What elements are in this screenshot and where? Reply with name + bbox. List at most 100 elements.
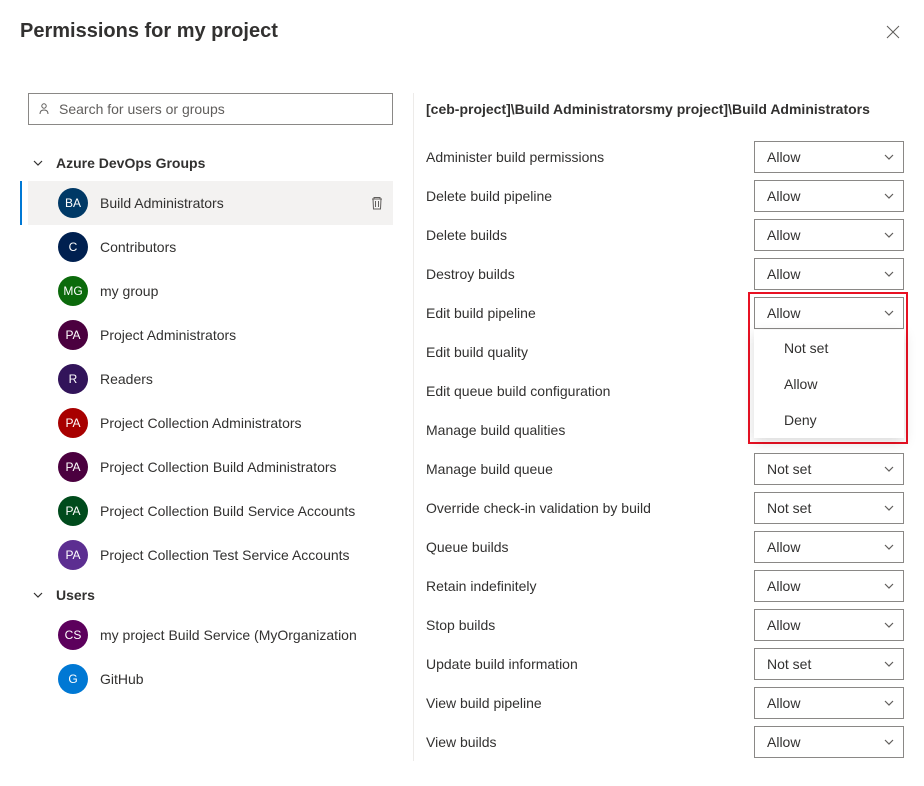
dropdown-value: Allow (767, 188, 800, 204)
chevron-down-icon (883, 541, 895, 553)
avatar: CS (58, 620, 88, 650)
permission-row: Update build informationNot set (426, 644, 904, 683)
permission-label: View builds (426, 734, 754, 750)
permission-dropdown[interactable]: Allow (754, 570, 904, 602)
group-item[interactable]: BA Build Administrators (28, 181, 393, 225)
permission-label: Manage build queue (426, 461, 754, 477)
group-item-label: Contributors (100, 239, 393, 255)
permission-label: Administer build permissions (426, 149, 754, 165)
group-item[interactable]: R Readers (28, 357, 393, 401)
dropdown-value: Allow (767, 734, 800, 750)
permission-row: View builds Allow (426, 722, 904, 761)
permission-row: Retain indefinitely Allow (426, 566, 904, 605)
group-item[interactable]: PA Project Collection Test Service Accoun… (28, 533, 393, 577)
group-item-label: Project Collection Test Service Accounts (100, 547, 393, 563)
permission-row: Delete build pipeline Allow (426, 176, 904, 215)
group-item[interactable]: C Contributors (28, 225, 393, 269)
avatar: BA (58, 188, 88, 218)
permission-row: Administer build permissionsAllow (426, 137, 904, 176)
chevron-down-icon (883, 229, 895, 241)
permission-label: Retain indefinitely (426, 578, 754, 594)
chevron-down-icon (883, 190, 895, 202)
permission-label: Delete build pipeline (426, 188, 754, 204)
avatar: PA (58, 320, 88, 350)
dropdown-value: Allow (767, 305, 800, 321)
trash-icon[interactable] (369, 195, 385, 211)
groups-section-label: Azure DevOps Groups (56, 155, 205, 171)
dropdown-value: Not set (767, 500, 811, 516)
user-item-label: GitHub (100, 671, 393, 687)
permission-label: View build pipeline (426, 695, 754, 711)
user-item[interactable]: G GitHub (28, 657, 393, 701)
close-icon (886, 25, 900, 39)
chevron-down-icon (883, 580, 895, 592)
dropdown-value: Allow (767, 617, 800, 633)
group-item-label: Readers (100, 371, 393, 387)
permission-dropdown[interactable]: Not set (754, 453, 904, 485)
users-section-header[interactable]: Users (28, 577, 393, 613)
permission-dropdown[interactable]: Allow (754, 258, 904, 290)
permission-dropdown[interactable]: Not set (754, 492, 904, 524)
dropdown-option[interactable]: Deny (754, 402, 904, 438)
dropdown-menu: Not setAllowDeny (754, 330, 904, 438)
group-item[interactable]: PA Project Collection Administrators (28, 401, 393, 445)
chevron-down-icon (883, 736, 895, 748)
group-item-label: Project Collection Build Service Account… (100, 503, 393, 519)
avatar: PA (58, 496, 88, 526)
search-input-wrapper[interactable] (28, 93, 393, 125)
dropdown-option[interactable]: Allow (754, 366, 904, 402)
group-item[interactable]: PA Project Administrators (28, 313, 393, 357)
chevron-down-icon (883, 268, 895, 280)
dropdown-value: Not set (767, 461, 811, 477)
permission-label: Queue builds (426, 539, 754, 555)
dropdown-value: Not set (767, 656, 811, 672)
group-item[interactable]: PA Project Collection Build Service Accou… (28, 489, 393, 533)
permission-dropdown[interactable]: AllowNot setAllowDeny (754, 297, 904, 329)
group-item-label: Build Administrators (100, 195, 369, 211)
avatar: PA (58, 408, 88, 438)
avatar: G (58, 664, 88, 694)
close-button[interactable] (882, 21, 904, 43)
chevron-down-icon (883, 619, 895, 631)
permission-label: Delete builds (426, 227, 754, 243)
permission-dropdown[interactable]: Allow (754, 141, 904, 173)
permission-row: Edit build pipelineAllowNot setAllowDeny (426, 293, 904, 332)
avatar: PA (58, 540, 88, 570)
group-item-label: Project Collection Administrators (100, 415, 393, 431)
permission-dropdown[interactable]: Allow (754, 609, 904, 641)
group-item[interactable]: PAProject Collection Build Administrator… (28, 445, 393, 489)
permission-row: Delete buildsAllow (426, 215, 904, 254)
chevron-down-icon (883, 658, 895, 670)
breadcrumb: [ceb-project]\Build Administratorsmy pro… (426, 93, 904, 137)
chevron-down-icon (883, 502, 895, 514)
avatar: PA (58, 452, 88, 482)
group-item-label: Project Administrators (100, 327, 393, 343)
chevron-down-icon (883, 463, 895, 475)
chevron-down-icon (883, 151, 895, 163)
permission-dropdown[interactable]: Allow (754, 180, 904, 212)
avatar: R (58, 364, 88, 394)
permission-dropdown[interactable]: Allow (754, 531, 904, 563)
groups-section-header[interactable]: Azure DevOps Groups (28, 145, 393, 181)
permission-dropdown[interactable]: Allow (754, 219, 904, 251)
chevron-down-icon (883, 307, 895, 319)
permission-row: Stop builds Allow (426, 605, 904, 644)
avatar: C (58, 232, 88, 262)
user-item[interactable]: CS my project Build Service (MyOrganizati… (28, 613, 393, 657)
users-section-label: Users (56, 587, 95, 603)
permission-dropdown[interactable]: Not set (754, 648, 904, 680)
permission-dropdown[interactable]: Allow (754, 726, 904, 758)
group-item-label: my group (100, 283, 393, 299)
dropdown-value: Allow (767, 578, 800, 594)
person-search-icon (37, 102, 51, 116)
permission-label: Stop builds (426, 617, 754, 633)
permission-row: Override check-in validation by buildNot… (426, 488, 904, 527)
chevron-down-icon (32, 157, 44, 169)
user-item-label: my project Build Service (MyOrganization (100, 627, 393, 643)
permission-dropdown[interactable]: Allow (754, 687, 904, 719)
group-item[interactable]: MGmy group (28, 269, 393, 313)
search-input[interactable] (59, 101, 384, 117)
dropdown-option[interactable]: Not set (754, 330, 904, 366)
permission-label: Edit build pipeline (426, 305, 754, 321)
permission-label: Destroy builds (426, 266, 754, 282)
